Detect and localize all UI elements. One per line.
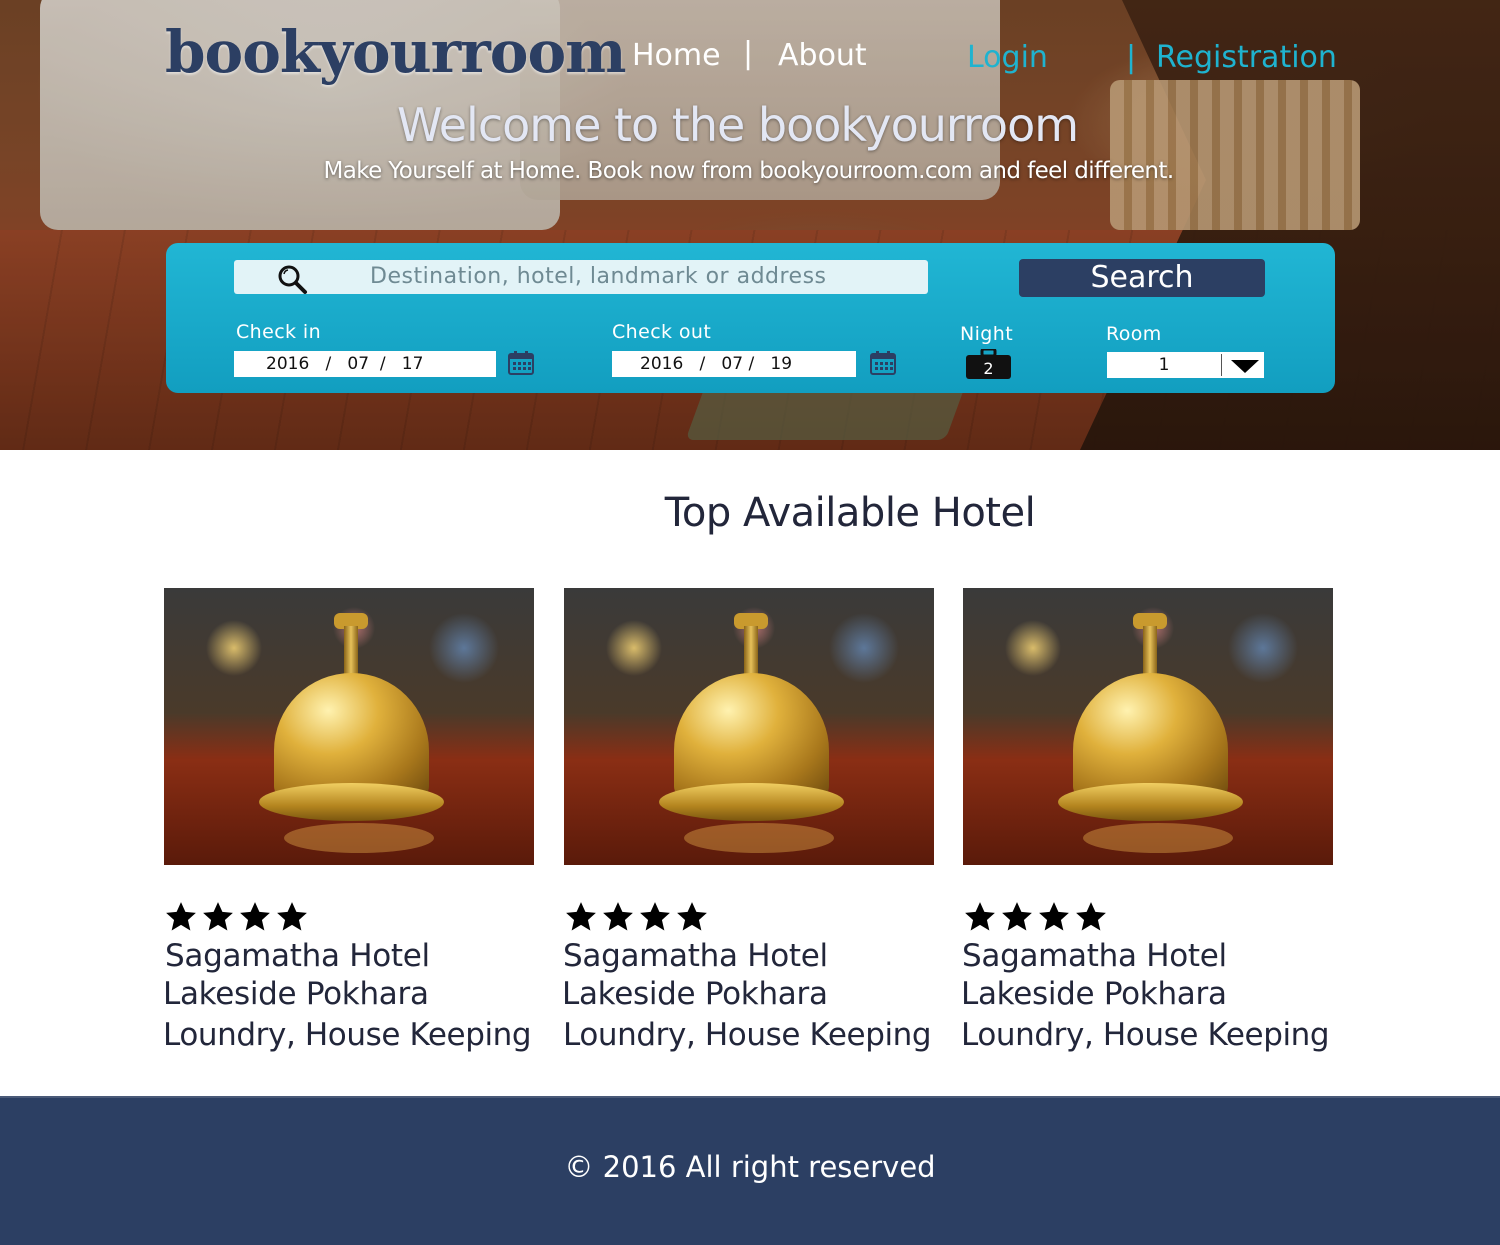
- star-icon: [1000, 900, 1034, 934]
- calendar-icon[interactable]: [507, 350, 535, 376]
- nav-about-link[interactable]: About: [778, 38, 867, 73]
- star-icon: [238, 900, 272, 934]
- nav-home-link[interactable]: Home: [632, 38, 721, 73]
- hotel-amenities: Loundry, House Keeping: [961, 1017, 1330, 1053]
- hotel-photo[interactable]: [564, 588, 934, 865]
- hotel-name[interactable]: Sagamatha Hotel: [962, 938, 1227, 974]
- star-icon: [601, 900, 635, 934]
- checkin-field[interactable]: 2016 / 07 / 17: [234, 351, 496, 377]
- star-icon: [675, 900, 709, 934]
- hotel-photo[interactable]: [164, 588, 534, 865]
- star-icon: [164, 900, 198, 934]
- hotel-photo[interactable]: [963, 588, 1333, 865]
- checkin-label: Check in: [236, 321, 322, 343]
- bell-dome: [274, 673, 429, 798]
- bell-dome: [1073, 673, 1228, 798]
- hotel-card[interactable]: Sagamatha Hotel Lakeside Pokhara Loundry…: [961, 588, 1333, 1058]
- site-logo[interactable]: bookyourroom: [165, 18, 627, 86]
- hotel-name[interactable]: Sagamatha Hotel: [563, 938, 828, 974]
- checkout-field[interactable]: 2016 / 07 / 19: [612, 351, 856, 377]
- search-icon: [278, 265, 307, 294]
- search-placeholder: Destination, hotel, landmark or address: [370, 264, 827, 289]
- star-icon: [1037, 900, 1071, 934]
- copyright-text: © 2016 All right reserved: [564, 1150, 936, 1184]
- bell-reflection: [1083, 823, 1233, 853]
- star-rating: [963, 900, 1111, 940]
- search-panel: Destination, hotel, landmark or address …: [166, 243, 1335, 393]
- bell-base: [259, 783, 444, 821]
- search-input[interactable]: Destination, hotel, landmark or address: [234, 260, 928, 294]
- select-divider: [1221, 354, 1222, 376]
- nav-login-link[interactable]: Login: [967, 40, 1048, 75]
- section-title: Top Available Hotel: [664, 490, 1036, 536]
- star-icon: [1074, 900, 1108, 934]
- hotel-card[interactable]: Sagamatha Hotel Lakeside Pokhara Loundry…: [562, 588, 934, 1058]
- hotel-location: Lakeside Pokhara: [562, 976, 828, 1012]
- star-icon: [564, 900, 598, 934]
- nav-separator: |: [743, 36, 754, 71]
- star-rating: [564, 900, 712, 940]
- chevron-down-icon[interactable]: [1231, 360, 1259, 373]
- hotel-amenities: Loundry, House Keeping: [563, 1017, 932, 1053]
- hero-title: Welcome to the bookyourroom: [396, 98, 1079, 152]
- nav-separator: |: [1126, 40, 1137, 75]
- bell-reflection: [284, 823, 434, 853]
- star-icon: [638, 900, 672, 934]
- star-rating: [164, 900, 312, 940]
- hotel-card[interactable]: Sagamatha Hotel Lakeside Pokhara Loundry…: [163, 588, 534, 1058]
- star-icon: [275, 900, 309, 934]
- room-label: Room: [1106, 323, 1162, 345]
- room-value: 1: [1158, 355, 1170, 375]
- hero-subtitle: Make Yourself at Home. Book now from boo…: [323, 158, 1174, 184]
- hotel-location: Lakeside Pokhara: [961, 976, 1227, 1012]
- checkout-label: Check out: [612, 321, 712, 343]
- nav-registration-link[interactable]: Registration: [1156, 40, 1337, 75]
- night-label: Night: [960, 323, 1014, 345]
- hotel-name[interactable]: Sagamatha Hotel: [165, 938, 430, 974]
- bell-base: [659, 783, 844, 821]
- footer: © 2016 All right reserved: [0, 1096, 1500, 1245]
- room-select[interactable]: 1: [1107, 352, 1264, 378]
- search-button[interactable]: Search: [1019, 259, 1265, 297]
- star-icon: [963, 900, 997, 934]
- bell-dome: [674, 673, 829, 798]
- bell-reflection: [684, 823, 834, 853]
- hotel-location: Lakeside Pokhara: [163, 976, 429, 1012]
- bell-base: [1058, 783, 1243, 821]
- star-icon: [201, 900, 235, 934]
- hotel-amenities: Loundry, House Keeping: [163, 1017, 532, 1053]
- calendar-icon[interactable]: [869, 350, 897, 376]
- hero-banner: bookyourroom Home | About Login | Regist…: [0, 0, 1500, 450]
- night-value: 2: [983, 359, 994, 378]
